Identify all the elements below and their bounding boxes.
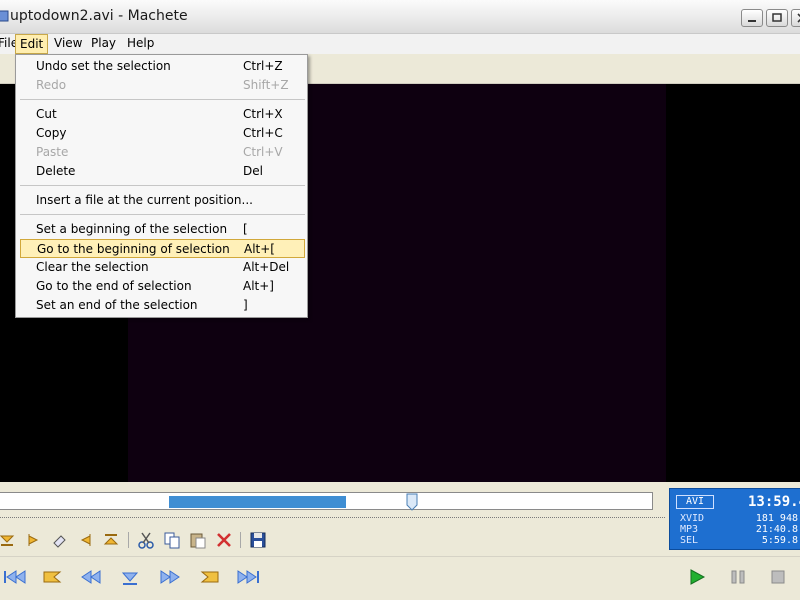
info-panel: AVI 13:59.4 XVID 181 948 MP3 21:40.8 SEL… xyxy=(669,488,800,550)
frame-icon[interactable] xyxy=(117,567,143,587)
set-begin-icon[interactable] xyxy=(0,530,18,550)
paste-icon[interactable] xyxy=(188,530,208,550)
play-icon[interactable] xyxy=(684,567,710,587)
menu-play[interactable]: Play xyxy=(87,34,120,54)
menu-item-insert-file[interactable]: Insert a file at the current position... xyxy=(20,191,305,210)
next-mark-icon[interactable] xyxy=(196,567,222,587)
window-title: uptodown2.avi - Machete xyxy=(10,8,188,24)
menu-separator xyxy=(20,99,305,100)
go-begin-icon[interactable] xyxy=(24,530,44,550)
go-end-icon[interactable] xyxy=(76,530,96,550)
menu-item-cut[interactable]: Cut Ctrl+X xyxy=(20,105,305,124)
delete-icon[interactable] xyxy=(214,530,234,550)
timeline-divider xyxy=(0,517,665,518)
playhead-handle[interactable] xyxy=(406,493,418,511)
menu-help[interactable]: Help xyxy=(123,34,158,54)
menu-item-redo[interactable]: Redo Shift+Z xyxy=(20,76,305,95)
rewind-icon[interactable] xyxy=(78,567,104,587)
menu-item-undo[interactable]: Undo set the selection Ctrl+Z xyxy=(20,57,305,76)
forward-icon[interactable] xyxy=(157,567,183,587)
maximize-icon xyxy=(772,13,782,22)
edit-toolbar xyxy=(0,526,668,554)
menu-item-delete[interactable]: Delete Del xyxy=(20,162,305,181)
info-value: 21:40.8 xyxy=(755,524,798,535)
format-badge: AVI xyxy=(676,495,714,509)
selection-range[interactable] xyxy=(169,496,346,508)
skip-start-icon[interactable] xyxy=(2,567,28,587)
cut-icon[interactable] xyxy=(136,530,156,550)
edit-dropdown-menu: Undo set the selection Ctrl+Z Redo Shift+Z… xyxy=(15,54,308,318)
pause-icon[interactable] xyxy=(725,567,751,587)
menu-edit[interactable]: Edit xyxy=(15,34,49,54)
menu-separator xyxy=(20,214,305,215)
info-label: XVID xyxy=(680,513,705,524)
info-value: 5:59.8 xyxy=(761,535,798,546)
close-button[interactable] xyxy=(791,9,800,27)
toolbar-separator xyxy=(240,532,241,548)
current-time: 13:59.4 xyxy=(748,494,800,510)
prev-mark-icon[interactable] xyxy=(40,567,66,587)
close-icon xyxy=(797,13,800,23)
menu-bar: File Edit View Play Help xyxy=(0,34,800,54)
stop-icon[interactable] xyxy=(765,567,791,587)
minimize-button[interactable] xyxy=(741,9,763,27)
skip-end-icon[interactable] xyxy=(235,567,261,587)
set-end-icon[interactable] xyxy=(102,530,122,550)
menu-item-go-beginning[interactable]: Go to the beginning of selection Alt+[ xyxy=(20,239,305,258)
info-label: MP3 xyxy=(680,524,699,535)
copy-icon[interactable] xyxy=(162,530,182,550)
minimize-icon xyxy=(748,20,756,22)
info-value: 181 948 xyxy=(755,513,798,524)
navigation-toolbar xyxy=(0,556,800,600)
maximize-button[interactable] xyxy=(766,9,788,27)
menu-item-go-end[interactable]: Go to the end of selection Alt+] xyxy=(20,277,305,296)
menu-item-paste[interactable]: Paste Ctrl+V xyxy=(20,143,305,162)
menu-item-clear-selection[interactable]: Clear the selection Alt+Del xyxy=(20,258,305,277)
machete-window: uptodown2.avi - Machete File Edit View P… xyxy=(0,0,800,600)
menu-item-set-end[interactable]: Set an end of the selection] xyxy=(20,296,305,315)
menu-item-set-beginning[interactable]: Set a beginning of the selection[ xyxy=(20,220,305,239)
title-bar[interactable]: uptodown2.avi - Machete xyxy=(0,0,800,34)
timeline-slider[interactable] xyxy=(0,492,653,511)
app-icon xyxy=(0,10,9,22)
eraser-icon[interactable] xyxy=(50,530,70,550)
info-label: SEL xyxy=(680,535,699,546)
save-icon[interactable] xyxy=(248,530,268,550)
timeline-area xyxy=(0,482,668,524)
menu-view[interactable]: View xyxy=(50,34,86,54)
toolbar-separator xyxy=(128,532,129,548)
menu-item-copy[interactable]: Copy Ctrl+C xyxy=(20,124,305,143)
menu-separator xyxy=(20,185,305,186)
